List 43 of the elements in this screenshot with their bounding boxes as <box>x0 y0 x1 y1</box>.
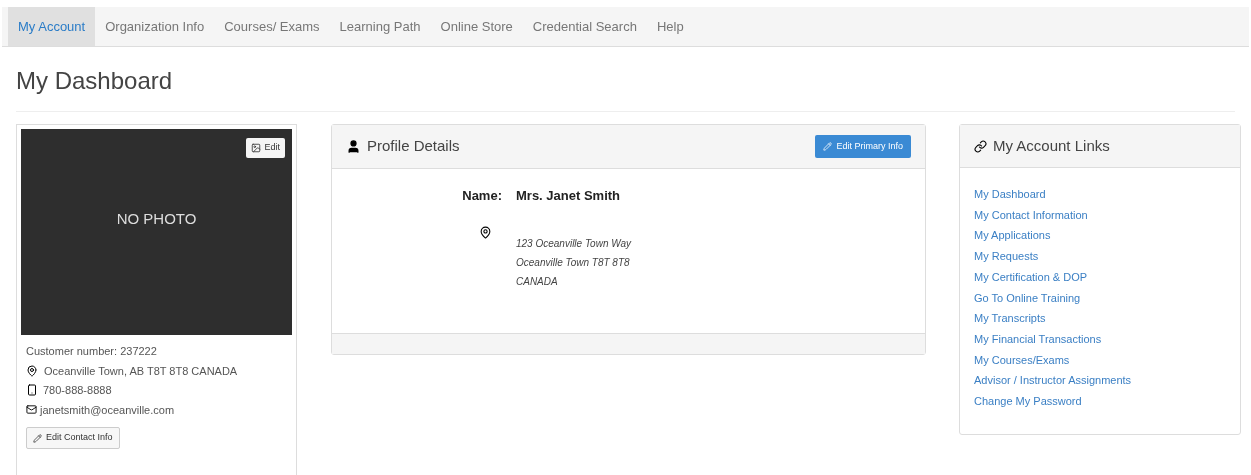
customer-number: Customer number: 237222 <box>26 344 158 359</box>
edit-photo-button[interactable]: Edit <box>246 138 285 158</box>
mail-icon <box>26 404 37 416</box>
nav-tab[interactable]: Help <box>646 7 694 46</box>
account-link[interactable]: My Transcripts <box>974 308 1046 329</box>
page-title: My Dashboard <box>16 66 174 96</box>
location-icon <box>26 364 38 377</box>
pencil-icon <box>33 433 42 443</box>
nav-tab[interactable]: My Account <box>8 7 96 46</box>
address-text: Oceanville Town, AB T8T 8T8 CANADA <box>44 363 238 379</box>
phone-text: 780-888-8888 <box>43 383 112 398</box>
account-link[interactable]: Advisor / Instructor Assignments <box>974 370 1132 392</box>
image-icon <box>251 143 262 153</box>
address-line: Oceanville Town T8T 8T8 <box>516 255 631 270</box>
account-link[interactable]: My Dashboard <box>974 184 1046 205</box>
email-text: janetsmith@oceanville.com <box>40 402 175 418</box>
nav-tab[interactable]: Credential Search <box>522 7 647 46</box>
nav-tab[interactable]: Organization Info <box>95 7 215 46</box>
nav-tab[interactable]: Courses/ Exams <box>214 7 330 46</box>
panel-title: Profile Details <box>367 136 460 157</box>
account-link[interactable]: My Financial Transactions <box>974 328 1102 350</box>
account-link[interactable]: My Requests <box>974 246 1039 267</box>
customer-name: Mrs. Janet Smith <box>516 187 622 205</box>
address-line: 123 Oceanville Town Way <box>516 236 632 251</box>
panel-title: My Account Links <box>993 135 1110 156</box>
name-label: Name: <box>462 187 502 205</box>
no-photo-text: NO PHOTO <box>116 208 197 229</box>
edit-primary-info-button[interactable]: Edit Primary Info <box>815 135 911 158</box>
account-link[interactable]: Change My Password <box>974 391 1082 412</box>
account-link[interactable]: My Certification & DOP <box>974 266 1088 288</box>
nav-tab[interactable]: Learning Path <box>329 7 431 46</box>
nav-tab[interactable]: Online Store <box>430 7 523 46</box>
account-link[interactable]: My Applications <box>974 225 1051 247</box>
account-link[interactable]: My Courses/Exams <box>974 349 1070 371</box>
phone-icon <box>26 384 38 397</box>
location-icon <box>479 225 492 239</box>
user-icon <box>346 139 361 154</box>
account-link[interactable]: My Contact Information <box>974 204 1088 226</box>
link-icon <box>974 139 987 153</box>
address-line: CANADA <box>516 274 559 289</box>
edit-contact-button[interactable]: Edit Contact Info <box>26 427 120 449</box>
account-link[interactable]: Go To Online Training <box>974 287 1081 309</box>
pencil-icon <box>823 142 833 151</box>
